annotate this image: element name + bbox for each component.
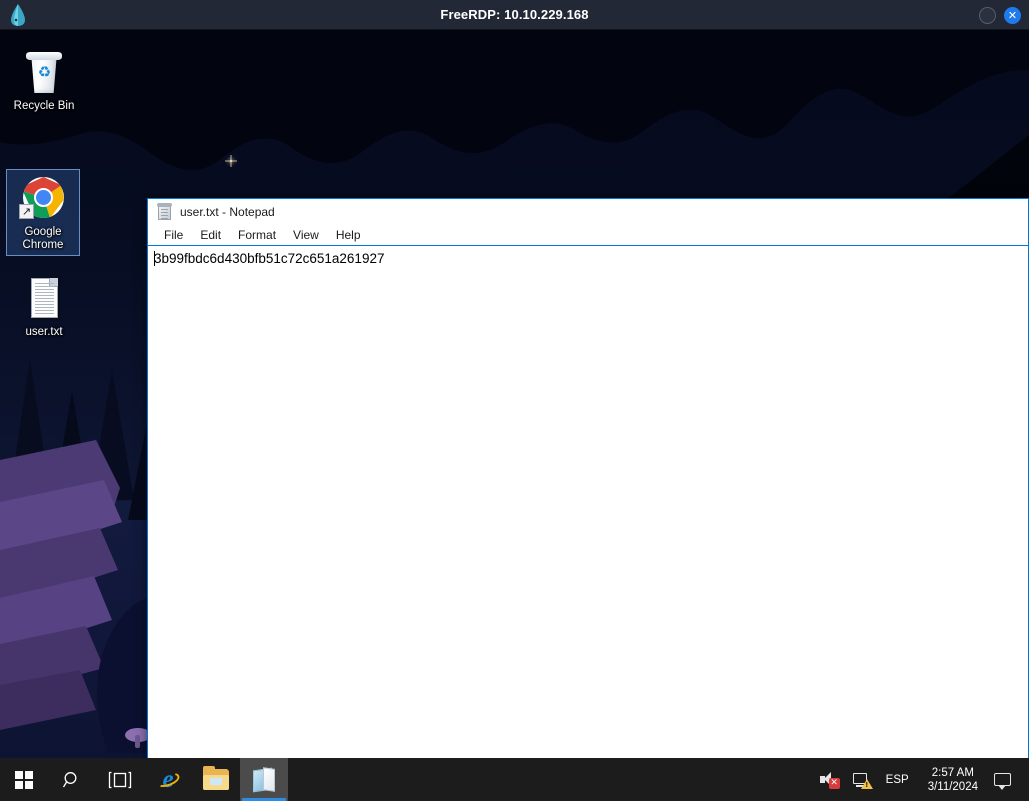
notepad-text-area[interactable]: 3b99fbdc6d430bfb51c72c651a261927 bbox=[148, 246, 1028, 759]
taskbar-app-file-explorer[interactable] bbox=[192, 758, 240, 801]
minimize-circle-icon[interactable] bbox=[979, 6, 996, 24]
close-circle-icon[interactable]: ✕ bbox=[1004, 6, 1021, 24]
task-view-button[interactable] bbox=[96, 758, 144, 801]
file-explorer-icon bbox=[203, 766, 229, 790]
text-file-icon bbox=[20, 274, 68, 322]
start-button[interactable] bbox=[0, 758, 48, 801]
notepad-title: user.txt - Notepad bbox=[180, 205, 275, 219]
search-icon bbox=[62, 771, 77, 787]
desktop-icon-user-txt[interactable]: user.txt bbox=[6, 270, 82, 342]
menu-view[interactable]: View bbox=[286, 226, 326, 244]
desktop-icon-label: user.txt bbox=[25, 326, 63, 338]
action-center-button[interactable] bbox=[988, 773, 1021, 790]
taskbar-app-notepad[interactable] bbox=[240, 758, 288, 801]
volume-muted-icon[interactable]: ✕ bbox=[813, 772, 845, 789]
task-view-icon bbox=[108, 771, 132, 788]
windows-start-icon bbox=[15, 770, 33, 789]
menu-help[interactable]: Help bbox=[329, 226, 368, 244]
taskbar: e ✕ ! ESP 2:57 AM 3/11/2024 bbox=[0, 758, 1029, 801]
freerdp-title: FreeRDP: 10.10.229.168 bbox=[440, 7, 589, 22]
clock[interactable]: 2:57 AM 3/11/2024 bbox=[918, 766, 988, 794]
wallpaper-cloud-silhouette bbox=[0, 30, 1029, 170]
search-button[interactable] bbox=[48, 758, 96, 801]
clock-time: 2:57 AM bbox=[931, 766, 974, 779]
notepad-titlebar[interactable]: user.txt - Notepad bbox=[148, 199, 1028, 225]
shortcut-arrow-icon: ↗ bbox=[19, 204, 34, 219]
notepad-text-content: 3b99fbdc6d430bfb51c72c651a261927 bbox=[154, 251, 385, 266]
internet-explorer-icon: e bbox=[154, 766, 182, 793]
menu-file[interactable]: File bbox=[157, 226, 190, 244]
clock-date: 3/11/2024 bbox=[927, 780, 978, 793]
freerdp-window: FreeRDP: 10.10.229.168 ✕ ♻ Recycle Bin ↗… bbox=[0, 0, 1029, 801]
menu-edit[interactable]: Edit bbox=[193, 226, 228, 244]
freerdp-titlebar: FreeRDP: 10.10.229.168 ✕ bbox=[0, 0, 1029, 30]
remote-desktop-surface[interactable]: ♻ Recycle Bin ↗ Google Chrome user.txt u… bbox=[0, 30, 1029, 801]
desktop-icon-label: Google Chrome bbox=[22, 226, 64, 251]
notepad-window[interactable]: user.txt - Notepad File Edit Format View… bbox=[147, 198, 1029, 760]
system-tray: ✕ ESP 2:57 AM 3/11/2024 bbox=[813, 758, 1029, 801]
taskbar-left-group: e bbox=[0, 758, 288, 801]
mute-badge-icon: ✕ bbox=[828, 778, 840, 789]
taskbar-app-internet-explorer[interactable]: e bbox=[144, 758, 192, 801]
recycle-bin-icon: ♻ bbox=[20, 48, 68, 96]
notepad-menubar: File Edit Format View Help bbox=[148, 225, 1028, 246]
window-controls: ✕ bbox=[979, 0, 1021, 30]
action-center-icon bbox=[994, 773, 1011, 790]
menu-format[interactable]: Format bbox=[231, 226, 283, 244]
desktop-icon-label: Recycle Bin bbox=[13, 100, 75, 112]
desktop-icon-google-chrome[interactable]: ↗ Google Chrome bbox=[6, 169, 80, 256]
google-chrome-icon: ↗ bbox=[19, 174, 67, 222]
notepad-icon bbox=[157, 203, 173, 220]
recycle-symbol-icon: ♻ bbox=[37, 63, 52, 81]
notepad-taskbar-icon bbox=[251, 766, 277, 792]
language-indicator[interactable]: ESP bbox=[877, 774, 918, 786]
text-caret bbox=[154, 251, 155, 266]
desktop-icon-recycle-bin[interactable]: ♻ Recycle Bin bbox=[6, 44, 82, 116]
freerdp-logo-icon bbox=[11, 4, 25, 26]
network-warning-icon[interactable] bbox=[845, 772, 877, 789]
